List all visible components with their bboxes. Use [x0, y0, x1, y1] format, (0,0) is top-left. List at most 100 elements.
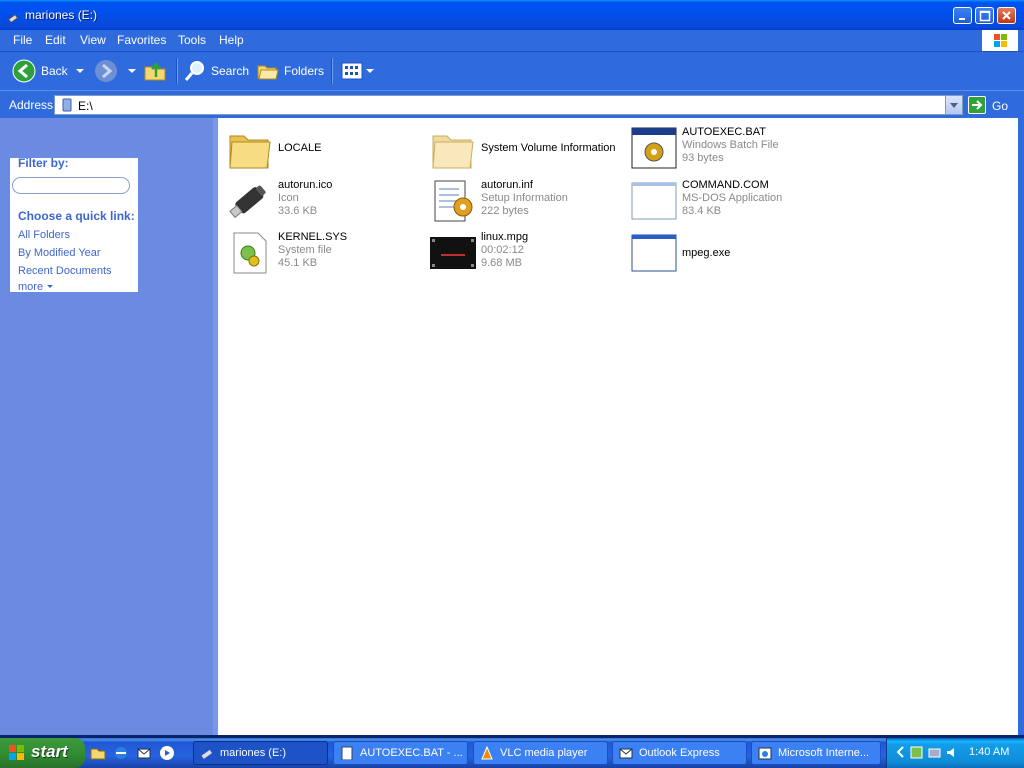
close-icon	[1002, 11, 1011, 20]
link-all-folders[interactable]: All Folders	[18, 229, 70, 241]
filter-panel: Filter by: Choose a quick link: All Fold…	[10, 156, 138, 293]
search-label: Search	[211, 64, 250, 78]
dos-app-icon	[631, 182, 677, 220]
link-more[interactable]: more	[18, 281, 54, 293]
up-folder-button[interactable]	[143, 58, 169, 84]
close-button[interactable]	[997, 7, 1016, 24]
menu-tools[interactable]: Tools	[178, 33, 206, 47]
explorer-quicklaunch-icon[interactable]	[90, 745, 106, 761]
drive-icon	[7, 13, 19, 22]
window-title: mariones (E:)	[25, 8, 98, 22]
title-bar[interactable]: mariones (E:)	[0, 0, 1024, 30]
taskbar-button-vlc[interactable]: VLC media player	[473, 741, 608, 765]
filter-heading: Filter by:	[18, 156, 69, 170]
left-task-pane: Filter by: Choose a quick link: All Fold…	[0, 118, 215, 735]
views-dropdown-icon[interactable]	[366, 69, 374, 73]
address-dropdown-button[interactable]	[945, 96, 962, 114]
file-size: 45.1 KB	[278, 257, 318, 269]
search-icon	[184, 61, 204, 81]
drive-icon	[201, 749, 212, 759]
file-item[interactable]: autorun.ico Icon 33.6 KB	[226, 177, 426, 227]
notepad-icon	[341, 746, 353, 760]
window-right-border	[1018, 91, 1024, 735]
taskbar-button-explorer[interactable]: mariones (E:)	[193, 741, 328, 765]
clock[interactable]: 1:40 AM	[969, 746, 1009, 758]
menu-favorites[interactable]: Favorites	[117, 33, 166, 47]
network-icon[interactable]	[909, 745, 924, 760]
file-type: MS-DOS Application	[682, 192, 783, 204]
toolbar-separator	[331, 58, 333, 84]
go-label[interactable]: Go	[992, 99, 1008, 113]
file-name: COMMAND.COM	[682, 179, 769, 191]
file-item[interactable]: autorun.inf Setup Information 222 bytes	[429, 177, 629, 227]
folders-label: Folders	[284, 64, 325, 78]
windows-logo	[982, 30, 1018, 51]
file-type: Setup Information	[481, 192, 568, 204]
taskbar: start mariones (E:) AUTOEXEC.BAT - ... V…	[0, 738, 1024, 768]
file-name: LOCALE	[278, 142, 322, 154]
back-arrow-icon	[12, 59, 36, 83]
go-arrow-icon	[972, 100, 983, 110]
taskbar-button-label: AUTOEXEC.BAT - ...	[360, 747, 463, 759]
back-dropdown-icon[interactable]	[76, 69, 84, 73]
link-by-modified-year[interactable]: By Modified Year	[18, 247, 101, 259]
menu-bar: File Edit View Favorites Tools Help	[0, 30, 1024, 52]
back-label: Back	[41, 64, 68, 78]
media-player-icon[interactable]	[159, 745, 175, 761]
folder-icon	[229, 135, 271, 169]
file-item[interactable]: COMMAND.COM MS-DOS Application 83.4 KB	[630, 177, 830, 227]
file-view: LOCALE System Volume Information AUTOEXE…	[218, 118, 1018, 735]
safely-remove-hardware-icon[interactable]	[927, 745, 942, 760]
file-item[interactable]: AUTOEXEC.BAT Windows Batch File 93 bytes	[630, 124, 830, 174]
chevron-down-icon	[47, 285, 54, 288]
exe-app-icon	[631, 234, 677, 272]
start-button[interactable]: start	[0, 738, 85, 768]
outlook-express-icon	[619, 748, 633, 759]
maximize-button[interactable]	[975, 7, 994, 24]
file-size: 33.6 KB	[278, 205, 318, 217]
taskbar-button-internet-explorer[interactable]: Microsoft Interne...	[751, 741, 881, 765]
menu-view[interactable]: View	[80, 33, 106, 47]
views-button[interactable]	[341, 58, 375, 84]
search-button[interactable]: Search	[183, 58, 249, 84]
file-item[interactable]: KERNEL.SYS System file 45.1 KB	[226, 229, 426, 279]
minimize-icon	[959, 18, 965, 20]
volume-icon[interactable]	[945, 745, 960, 760]
link-recent-documents[interactable]: Recent Documents	[18, 265, 112, 277]
removable-drive-icon	[62, 98, 72, 112]
taskbar-button-outlook[interactable]: Outlook Express	[612, 741, 747, 765]
go-button[interactable]	[968, 96, 986, 114]
tray-expand-icon[interactable]	[893, 745, 908, 760]
forward-arrow-icon	[95, 60, 117, 82]
start-label: start	[31, 742, 68, 761]
outlook-quicklaunch-icon[interactable]	[136, 745, 152, 761]
taskbar-button-autoexec[interactable]: AUTOEXEC.BAT - ...	[333, 741, 468, 765]
back-button[interactable]: Back	[12, 58, 88, 84]
batch-file-icon	[631, 127, 677, 169]
forward-button[interactable]	[94, 58, 138, 84]
address-input[interactable]: E:\	[54, 95, 963, 115]
menu-file[interactable]: File	[13, 33, 32, 47]
file-item[interactable]: mpeg.exe	[630, 229, 830, 279]
internet-explorer-icon[interactable]	[113, 745, 129, 761]
toolbar-separator	[176, 58, 178, 84]
folders-button[interactable]: Folders	[256, 58, 325, 84]
file-duration: 00:02:12	[481, 244, 524, 256]
filter-input[interactable]	[12, 177, 130, 194]
usb-drive-icon	[229, 185, 266, 219]
toolbar: Back Search Folders	[0, 52, 1024, 91]
menu-edit[interactable]: Edit	[45, 33, 66, 47]
folders-icon	[257, 65, 279, 80]
video-file-icon	[430, 237, 476, 269]
folder-icon	[432, 135, 474, 169]
file-item[interactable]: linux.mpg 00:02:12 9.68 MB	[429, 229, 629, 279]
address-bar: Address E:\ Go	[0, 91, 1024, 118]
minimize-button[interactable]	[953, 7, 972, 24]
file-type: Windows Batch File	[682, 139, 779, 151]
file-name: autorun.ico	[278, 179, 333, 191]
file-name: System Volume Information	[481, 142, 616, 154]
file-item[interactable]: System Volume Information	[429, 124, 629, 174]
forward-dropdown-icon[interactable]	[128, 69, 136, 73]
menu-help[interactable]: Help	[219, 33, 244, 47]
file-item[interactable]: LOCALE	[226, 124, 426, 174]
